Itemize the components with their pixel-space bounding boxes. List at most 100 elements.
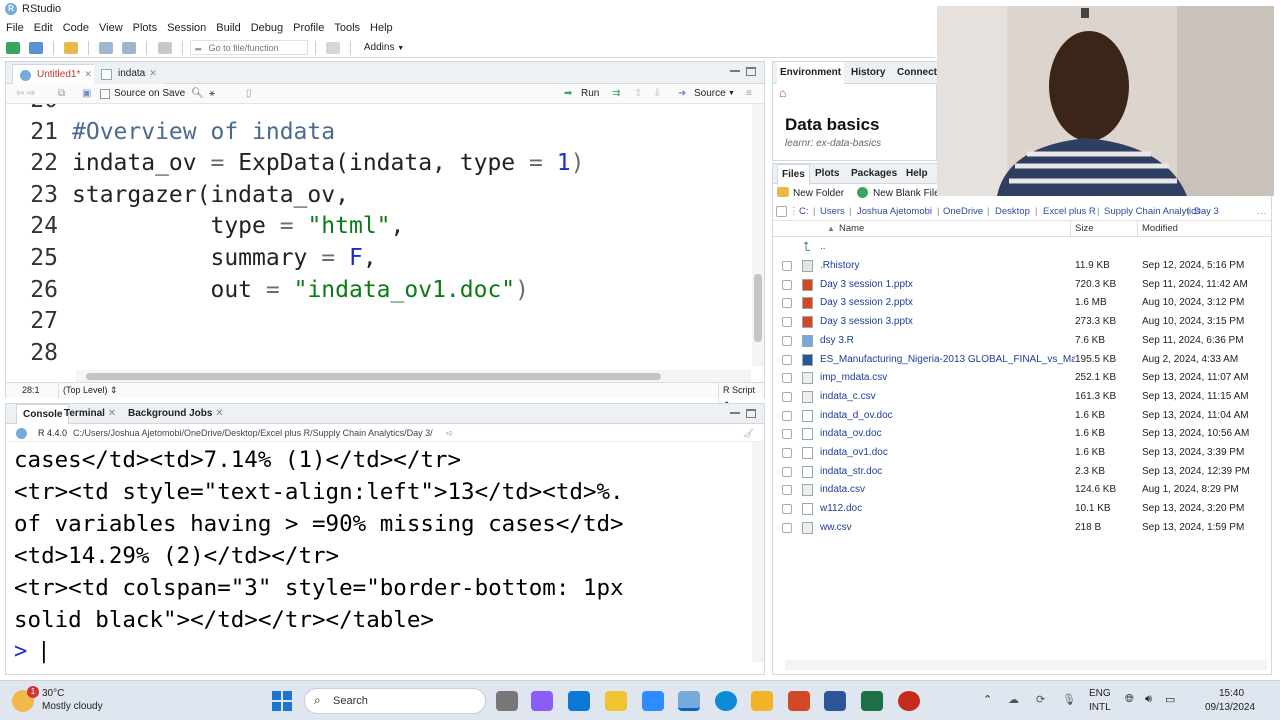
source-on-save-checkbox[interactable] bbox=[100, 89, 110, 99]
file-checkbox[interactable] bbox=[782, 448, 792, 458]
column-name[interactable]: Name bbox=[839, 221, 864, 236]
menu-session[interactable]: Session bbox=[167, 19, 206, 37]
show-in-window-icon[interactable]: ⧉ bbox=[58, 84, 65, 104]
column-modified[interactable]: Modified bbox=[1137, 221, 1178, 236]
file-name[interactable]: indata_c.csv bbox=[820, 388, 1075, 406]
file-name[interactable]: indata_str.doc bbox=[820, 463, 1075, 481]
file-checkbox[interactable] bbox=[782, 373, 792, 384]
breadcrumb-item[interactable]: OneDrive bbox=[943, 203, 983, 220]
clear-console-icon[interactable]: 🧹︎ bbox=[743, 424, 754, 442]
minimize-icon[interactable] bbox=[730, 410, 740, 414]
chevron-up-icon[interactable]: ⌃ bbox=[983, 693, 992, 706]
file-row[interactable]: indata_ov1.doc 1.6 KB Sep 13, 2024, 3:39 P… bbox=[773, 444, 1271, 463]
parent-dir-row[interactable]: ⮤ .. bbox=[773, 238, 1271, 257]
file-checkbox[interactable] bbox=[782, 279, 792, 290]
code-line[interactable]: 25 summary = F, bbox=[6, 242, 756, 274]
file-row[interactable]: Day 3 session 3.pptx 273.3 KB Aug 10, 2024… bbox=[773, 313, 1271, 332]
working-directory[interactable]: C:/Users/Joshua Ajetomobi/OneDrive/Deskt… bbox=[73, 424, 433, 442]
sync-icon[interactable]: ⟳ bbox=[1036, 693, 1045, 706]
code-line[interactable]: 24 type = "html", bbox=[6, 210, 756, 242]
column-size[interactable]: Size bbox=[1070, 221, 1093, 236]
open-file-icon[interactable] bbox=[64, 42, 79, 54]
file-name[interactable]: indata_ov.doc bbox=[820, 425, 1075, 443]
tab-terminal[interactable]: Terminal ✕ bbox=[64, 404, 116, 423]
scrollbar-thumb[interactable] bbox=[754, 274, 762, 342]
tab-packages[interactable]: Packages bbox=[851, 164, 897, 184]
close-icon[interactable]: ✕ bbox=[108, 408, 116, 419]
tab-indata[interactable]: indata ✕ bbox=[94, 64, 165, 84]
store-icon[interactable] bbox=[568, 691, 590, 711]
file-row[interactable]: indata_d_ov.doc 1.6 KB Sep 13, 2024, 11:04… bbox=[773, 407, 1271, 426]
code-line[interactable]: 22 indata_ov = ExpData(indata, type = 1) bbox=[6, 147, 756, 179]
breadcrumb-item[interactable]: C: bbox=[799, 203, 809, 220]
code-line[interactable]: 21 #Overview of indata bbox=[6, 116, 756, 148]
tab-environment[interactable]: Environment bbox=[777, 62, 845, 84]
maximize-icon[interactable] bbox=[746, 67, 756, 76]
chrome-icon[interactable] bbox=[605, 691, 627, 711]
input-language[interactable]: ENG bbox=[1089, 688, 1111, 699]
code-line[interactable]: 27 bbox=[6, 305, 756, 337]
windows-start-icon[interactable] bbox=[272, 691, 292, 711]
more-icon[interactable]: … bbox=[1257, 203, 1267, 220]
menu-profile[interactable]: Profile bbox=[293, 19, 324, 37]
file-checkbox[interactable] bbox=[782, 298, 792, 309]
file-name[interactable]: Day 3 session 1.pptx bbox=[820, 276, 1075, 294]
clock-time[interactable]: 15:40 bbox=[1219, 688, 1244, 699]
parent-dir-link[interactable]: .. bbox=[820, 238, 1075, 256]
chevron-down-icon[interactable]: ▼ bbox=[728, 84, 735, 104]
keyboard-layout[interactable]: INTL bbox=[1089, 702, 1111, 713]
back-icon[interactable]: ⇦ ⇨ bbox=[16, 84, 36, 104]
task-view-icon[interactable] bbox=[496, 691, 518, 711]
menu-tools[interactable]: Tools bbox=[334, 19, 360, 37]
scope-selector[interactable]: (Top Level) ⇕ bbox=[58, 383, 118, 398]
file-checkbox[interactable] bbox=[782, 354, 792, 365]
outline-icon[interactable]: ≡ bbox=[746, 84, 752, 104]
new-project-icon[interactable] bbox=[29, 42, 44, 54]
file-row[interactable]: indata_str.doc 2.3 KB Sep 13, 2024, 12:39 … bbox=[773, 463, 1271, 482]
menu-plots[interactable]: Plots bbox=[133, 19, 157, 37]
close-icon[interactable]: ✕ bbox=[149, 68, 157, 78]
file-name[interactable]: indata_d_ov.doc bbox=[820, 407, 1075, 425]
file-row[interactable]: .Rhistory 11.9 KB Sep 12, 2024, 5:16 PM bbox=[773, 257, 1271, 276]
file-checkbox[interactable] bbox=[782, 466, 792, 477]
new-blank-file-button[interactable]: New Blank File bbox=[873, 188, 940, 199]
tab-connections[interactable]: Connecti bbox=[897, 62, 940, 84]
code-line[interactable]: 23 stargazer(indata_ov, bbox=[6, 179, 756, 211]
file-checkbox[interactable] bbox=[782, 429, 792, 440]
code-line[interactable]: 26 out = "indata_ov1.doc") bbox=[6, 274, 756, 306]
zoom-icon[interactable] bbox=[642, 691, 664, 711]
save-icon[interactable]: ▣ bbox=[82, 84, 91, 104]
file-checkbox[interactable] bbox=[782, 522, 792, 533]
home-icon[interactable]: ⌂ bbox=[779, 86, 786, 100]
file-name[interactable]: indata.csv bbox=[820, 481, 1075, 499]
compile-report-icon[interactable]: ▯ bbox=[246, 84, 252, 104]
word-icon[interactable] bbox=[824, 691, 846, 711]
file-row[interactable]: ES_Manufacturing_Nigeria-2013 GLOBAL_FIN… bbox=[773, 351, 1271, 370]
save-all-icon[interactable] bbox=[122, 42, 137, 54]
menu-code[interactable]: Code bbox=[63, 19, 89, 37]
maximize-icon[interactable] bbox=[746, 409, 756, 418]
close-icon[interactable]: ✕ bbox=[84, 69, 92, 79]
file-row[interactable]: Day 3 session 2.pptx 1.6 MB Aug 10, 2024, … bbox=[773, 294, 1271, 313]
menu-edit[interactable]: Edit bbox=[34, 19, 53, 37]
menu-help[interactable]: Help bbox=[370, 19, 393, 37]
scrollbar-thumb[interactable] bbox=[86, 373, 661, 380]
file-row[interactable]: ww.csv 218 B Sep 13, 2024, 1:59 PM bbox=[773, 519, 1271, 538]
code-line[interactable]: 28 bbox=[6, 337, 756, 369]
tab-console[interactable]: Console bbox=[16, 404, 70, 424]
file-row[interactable]: imp_mdata.csv 252.1 KB Sep 13, 2024, 11:07… bbox=[773, 369, 1271, 388]
close-icon[interactable]: ✕ bbox=[215, 408, 223, 419]
addins-menu[interactable]: Addins ▼ bbox=[364, 38, 404, 59]
go-down-icon[interactable]: ⇩ bbox=[653, 84, 661, 104]
file-checkbox[interactable] bbox=[782, 485, 792, 496]
file-name[interactable]: ES_Manufacturing_Nigeria-2013 GLOBAL_FIN… bbox=[820, 351, 1075, 369]
menu-debug[interactable]: Debug bbox=[251, 19, 283, 37]
excel-icon[interactable] bbox=[861, 691, 883, 711]
breadcrumb-item[interactable]: Excel plus R bbox=[1043, 203, 1096, 220]
file-row[interactable]: indata.csv 124.6 KB Aug 1, 2024, 8:29 PM bbox=[773, 481, 1271, 500]
breadcrumb-item[interactable]: Users bbox=[820, 203, 845, 220]
select-all-checkbox[interactable] bbox=[776, 206, 787, 217]
file-name[interactable]: Day 3 session 2.pptx bbox=[820, 294, 1075, 312]
file-checkbox[interactable] bbox=[782, 504, 792, 515]
volume-icon[interactable]: 🔊︎ bbox=[1145, 693, 1152, 706]
